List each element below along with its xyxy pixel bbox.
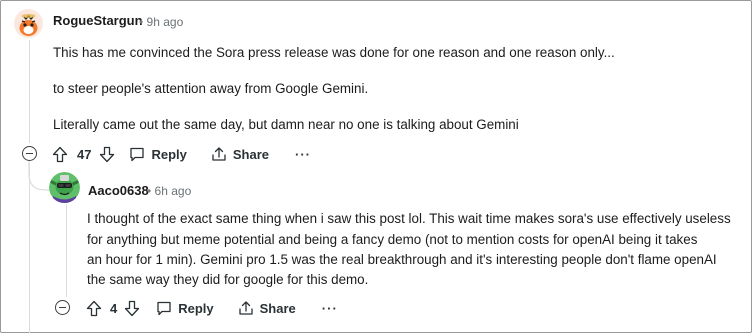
reply-label: Reply — [151, 146, 187, 162]
reply-button[interactable]: Reply — [156, 300, 214, 316]
reply-paragraph-line: for anything but meme potential and bein… — [87, 232, 698, 247]
collapse-minus-icon[interactable] — [55, 300, 70, 315]
tiger-avatar-icon[interactable] — [14, 9, 43, 38]
reply-label: Reply — [178, 300, 214, 316]
reply-meta: • 6h ago — [147, 184, 191, 198]
comment-bubble-icon — [156, 301, 172, 316]
goblin-avatar-icon[interactable] — [49, 172, 80, 203]
comment-paragraph: to steer people's attention away from Go… — [53, 81, 369, 96]
comment-time[interactable]: 9h ago — [147, 15, 184, 29]
comment-meta: • 9h ago — [139, 15, 183, 29]
meta-separator: • — [139, 15, 144, 29]
upvote-arrow-icon[interactable] — [52, 146, 68, 163]
thread-line-reply[interactable] — [66, 204, 67, 297]
share-label: Share — [232, 146, 270, 162]
more-options-button[interactable]: ··· — [295, 147, 311, 162]
comment-paragraph: This has me convinced the Sora press rel… — [53, 45, 615, 60]
comment-username[interactable]: RogueStargun — [53, 13, 143, 28]
reply-paragraph-line: I thought of the exact same thing when i… — [87, 211, 731, 226]
reply-username[interactable]: Aaco0638 — [88, 183, 149, 198]
upvote-arrow-icon[interactable] — [86, 300, 102, 317]
reply-action-bar: 4 Reply Share ··· — [86, 298, 338, 318]
more-options-button[interactable]: ··· — [322, 301, 338, 316]
comment-action-bar: 47 Reply Share ··· — [52, 144, 311, 164]
comment-paragraph: Literally came out the same day, but dam… — [53, 117, 519, 132]
collapse-minus-icon[interactable] — [22, 146, 37, 161]
thread-line-main[interactable] — [29, 40, 30, 143]
downvote-arrow-icon[interactable] — [124, 300, 140, 317]
reply-paragraph-line: the same way they did for google for thi… — [87, 272, 369, 287]
meta-separator: • — [147, 184, 152, 198]
vote-count: 4 — [110, 300, 118, 316]
share-icon — [211, 146, 227, 162]
share-button[interactable]: Share — [238, 300, 296, 316]
vote-count: 47 — [77, 146, 92, 162]
comment-bubble-icon — [129, 147, 145, 162]
reply-time[interactable]: 6h ago — [155, 184, 192, 198]
share-button[interactable]: Share — [211, 146, 269, 162]
share-label: Share — [259, 300, 296, 316]
share-icon — [238, 300, 254, 316]
downvote-arrow-icon[interactable] — [99, 146, 115, 163]
reply-paragraph-line: an hour for 1 min). Gemini pro 1.5 was t… — [87, 252, 717, 267]
reply-button[interactable]: Reply — [129, 146, 187, 162]
